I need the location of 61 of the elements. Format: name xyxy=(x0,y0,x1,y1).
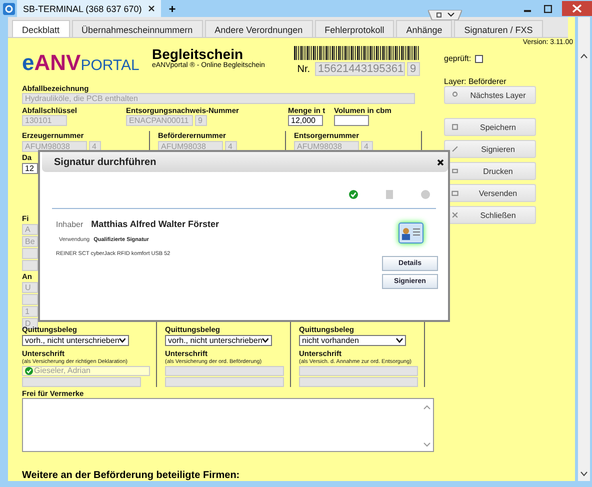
window-title: SB-TERMINAL (368 637 670) xyxy=(23,4,142,14)
address-field: 1 xyxy=(22,306,38,317)
chevron-down-icon xyxy=(262,338,269,343)
tab[interactable]: Anhänge xyxy=(396,20,452,37)
check-digit-field: 9 xyxy=(407,62,420,76)
amount-field[interactable]: 12,000 xyxy=(288,115,323,126)
id-card-icon xyxy=(398,221,424,245)
waste-name-field: Hydrauliköle, die PCB enthalten xyxy=(22,93,415,104)
address-field: U xyxy=(22,282,38,293)
notes-field[interactable] xyxy=(22,398,434,452)
tab[interactable]: Signaturen / FXS xyxy=(454,20,543,37)
new-tab-button[interactable]: + xyxy=(168,2,176,16)
checkbox[interactable] xyxy=(475,54,484,62)
address-field xyxy=(22,294,38,305)
firm-field: Be xyxy=(22,236,38,247)
check-digit-field: 9 xyxy=(195,115,207,126)
volume-field[interactable] xyxy=(334,115,369,126)
scroll-up-icon[interactable] xyxy=(580,53,588,59)
printer-icon xyxy=(451,167,459,175)
save-icon xyxy=(451,123,459,131)
action-button[interactable]: Speichern xyxy=(444,118,536,136)
logo: eANVPORTAL xyxy=(22,50,140,76)
maximize-icon[interactable] xyxy=(544,4,552,12)
action-button[interactable]: Signieren xyxy=(444,140,536,158)
tab[interactable]: Deckblatt xyxy=(12,20,70,37)
layer-text: Layer: Beförderer xyxy=(444,77,508,86)
close-icon[interactable] xyxy=(148,5,155,12)
expand-toggle-icon[interactable] xyxy=(428,10,462,20)
receipt-select[interactable]: vorh., nicht unterschrieben xyxy=(165,335,272,346)
signature-field: Gieseler, Adrian xyxy=(22,366,150,376)
proof-number-field: ENACPAN00011 xyxy=(126,115,193,126)
date-field[interactable]: 12 xyxy=(22,163,38,174)
dialog-title: Signatur durchführen xyxy=(54,156,156,168)
waste-key-field: 130101 xyxy=(22,115,67,126)
nr-label: Nr. xyxy=(297,64,310,74)
tab[interactable]: Andere Verordnungen xyxy=(204,20,313,37)
close-icon[interactable] xyxy=(437,158,444,166)
close-icon xyxy=(451,211,459,219)
section-heading: Weitere an der Beförderung beteiligte Firmen: xyxy=(22,470,241,481)
firm-field xyxy=(22,248,38,259)
owner-name: Matthias Alfred Walter Förster xyxy=(91,219,219,229)
chevron-down-icon xyxy=(396,338,403,343)
firm-field: A xyxy=(22,224,38,235)
number-field: 15621443195361 xyxy=(315,62,405,76)
receipt-select[interactable]: nicht vorhanden xyxy=(299,335,406,346)
app-icon xyxy=(3,2,15,14)
pen-icon xyxy=(451,145,459,153)
owner-label: Inhaber xyxy=(56,220,84,229)
tab[interactable]: Übernahmescheinnummern xyxy=(72,20,203,37)
action-button[interactable]: Nächstes Layer xyxy=(444,86,536,104)
checkbox-label: geprüft: xyxy=(444,54,472,63)
scroll-down-icon[interactable] xyxy=(580,471,588,477)
window-tab[interactable]: SB-TERMINAL (368 637 670) xyxy=(17,0,161,17)
receipt-select[interactable]: vorh., nicht unterschrieben xyxy=(22,335,129,346)
scrollbar[interactable] xyxy=(578,17,590,481)
tab[interactable]: Fehlerprotokoll xyxy=(314,20,394,37)
check-icon xyxy=(25,367,33,375)
document-title: Begleitschein xyxy=(152,46,244,62)
chevron-down-icon xyxy=(119,338,126,343)
firm-field xyxy=(22,260,38,271)
person-icon xyxy=(451,91,459,99)
